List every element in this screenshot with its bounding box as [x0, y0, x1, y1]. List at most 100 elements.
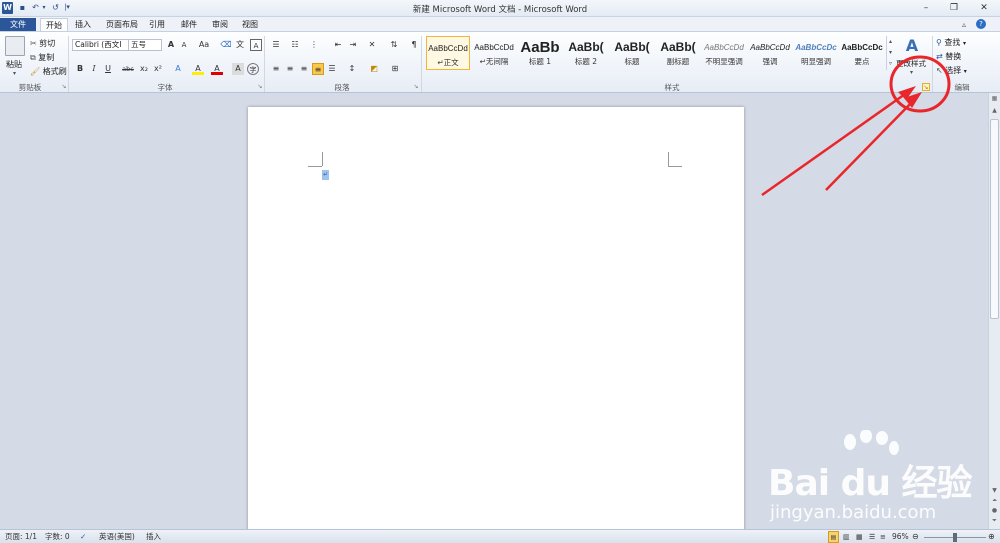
tab-insert[interactable]: 插入 [70, 18, 96, 32]
styles-scroll-icon[interactable]: ▴ ▾ ▿ [886, 36, 894, 70]
outline-icon[interactable]: ☰ [869, 531, 875, 543]
highlight-color-icon[interactable]: A [192, 63, 204, 75]
styles-launcher-icon[interactable]: ↘ [922, 83, 930, 91]
style-tile[interactable]: AaBb( 标题 2 [564, 36, 608, 70]
paste-icon[interactable] [5, 36, 25, 56]
text-effects-icon[interactable]: A [172, 63, 184, 75]
distribute-icon[interactable]: ☰ [326, 63, 338, 75]
line-spacing-icon[interactable]: ↕ [346, 63, 358, 75]
ruler-toggle-icon[interactable]: ▦ [990, 95, 999, 104]
window-title: 新建 Microsoft Word 文档 - Microsoft Word [412, 5, 588, 15]
phonetic-guide-icon[interactable]: 文 [234, 39, 246, 51]
style-tile[interactable]: AaBbCcDc 要点 [840, 36, 884, 70]
show-marks-icon[interactable]: ¶ [408, 39, 420, 51]
proofing-icon[interactable]: ✓ [80, 531, 86, 543]
strikethrough-button[interactable]: abc [121, 63, 135, 75]
align-center-icon[interactable]: ≡ [284, 63, 296, 75]
group-divider [932, 36, 933, 92]
style-tile[interactable]: AaBb( 标题 [610, 36, 654, 70]
decrease-indent-icon[interactable]: ⇤ [332, 39, 344, 51]
underline-button[interactable]: U [102, 63, 114, 75]
subscript-button[interactable]: x₂ [138, 63, 150, 75]
grow-font-icon[interactable]: A [165, 39, 177, 51]
style-tile[interactable]: AaBbCcDc 明显强调 [794, 36, 838, 70]
enclose-char-icon[interactable]: 字 [247, 63, 259, 75]
tab-mailings[interactable]: 邮件 [176, 18, 202, 32]
find-button[interactable]: ⚲ 查找 ▾ [936, 36, 966, 49]
zoom-out-icon[interactable]: ⊖ [912, 531, 919, 543]
shading-icon[interactable]: ◩ [368, 63, 380, 75]
font-launcher-icon[interactable]: ↘ [256, 83, 264, 91]
replace-button[interactable]: ⇄ 替换 [936, 50, 961, 63]
group-divider [264, 36, 265, 92]
minimize-ribbon-icon[interactable]: ▵ [962, 20, 966, 29]
tab-page-layout[interactable]: 页面布局 [101, 18, 143, 32]
style-tile[interactable]: AaBb 标题 1 [518, 36, 562, 70]
justify-icon[interactable]: ≡ [312, 63, 324, 75]
style-name: 强调 [762, 57, 778, 66]
clipboard-launcher-icon[interactable]: ↘ [60, 83, 68, 91]
print-layout-icon[interactable]: ▤ [828, 531, 839, 543]
font-color-icon[interactable]: A [211, 63, 223, 75]
tab-home[interactable]: 开始 [40, 18, 68, 32]
superscript-button[interactable]: x² [152, 63, 164, 75]
minimize-icon[interactable]: – [912, 0, 940, 17]
style-tile[interactable]: AaBbCcDd ↵正文 [426, 36, 470, 70]
cut-button[interactable]: ✂ 剪切 [30, 37, 55, 50]
style-tile[interactable]: AaBb( 副标题 [656, 36, 700, 70]
select-button[interactable]: ↖ 选择 ▾ [936, 64, 967, 77]
help-icon[interactable]: ? [976, 19, 986, 29]
style-sample: AaBb( [660, 40, 696, 54]
multilevel-list-icon[interactable]: ⋮ [308, 39, 320, 51]
title-bar: W ▪ ↶ ▾ ↺ |▾ 新建 Microsoft Word 文档 - Micr… [0, 0, 1000, 17]
style-sample: AaBb [520, 39, 560, 56]
style-tile[interactable]: AaBbCcDd ↵无间隔 [472, 36, 516, 70]
scroll-thumb[interactable] [990, 119, 999, 319]
bold-button[interactable]: B [74, 63, 86, 75]
clear-format-icon[interactable]: ⌫ [220, 39, 232, 51]
align-right-icon[interactable]: ≡ [298, 63, 310, 75]
tab-review[interactable]: 审阅 [207, 18, 233, 32]
style-name: 副标题 [666, 57, 690, 66]
chinese-layout-icon[interactable]: ✕ [366, 39, 378, 51]
change-styles-dropdown-icon[interactable]: ▾ [910, 69, 913, 76]
text-cursor: ↵ [322, 170, 329, 180]
full-screen-reading-icon[interactable]: ▥ [843, 531, 850, 543]
bullets-icon[interactable]: ☰ [270, 39, 282, 51]
shrink-font-icon[interactable]: A [178, 39, 190, 51]
copy-button[interactable]: ⧉ 复制 [30, 51, 54, 64]
page-count[interactable]: 页面: 1/1 [5, 531, 37, 543]
draft-icon[interactable]: ≡ [880, 531, 886, 543]
tab-file[interactable]: 文件 [0, 18, 36, 32]
close-icon[interactable]: ✕ [968, 0, 1000, 17]
numbering-icon[interactable]: ☷ [289, 39, 301, 51]
language-indicator[interactable]: 英语(美国) [99, 531, 135, 543]
paragraph-launcher-icon[interactable]: ↘ [412, 83, 420, 91]
style-tile[interactable]: AaBbCcDd 强调 [748, 36, 792, 70]
word-count[interactable]: 字数: 0 [45, 531, 70, 543]
style-tile[interactable]: AaBbCcDd 不明显强调 [702, 36, 746, 70]
tab-references[interactable]: 引用 [144, 18, 170, 32]
style-name: 要点 [854, 57, 870, 66]
tab-view[interactable]: 视图 [237, 18, 263, 32]
zoom-in-icon[interactable]: ⊕ [988, 531, 995, 543]
paste-dropdown-icon[interactable]: ▾ [13, 70, 16, 77]
char-border-icon[interactable]: A [250, 39, 262, 51]
increase-indent-icon[interactable]: ⇥ [347, 39, 359, 51]
style-name: 明显强调 [801, 57, 831, 66]
format-painter-button[interactable]: 🖌 格式刷 [30, 65, 67, 78]
zoom-level[interactable]: 96% [892, 531, 909, 543]
italic-button[interactable]: I [88, 63, 100, 75]
sort-icon[interactable]: ⇅ [388, 39, 400, 51]
change-case-icon[interactable]: Aa [196, 39, 212, 51]
web-layout-icon[interactable]: ▦ [856, 531, 863, 543]
char-shading-icon[interactable]: A [232, 63, 244, 75]
insert-mode-indicator[interactable]: 插入 [146, 531, 161, 543]
restore-icon[interactable]: ❐ [940, 0, 968, 17]
zoom-slider-thumb[interactable] [953, 533, 957, 542]
scroll-up-icon[interactable]: ▲ [990, 107, 999, 115]
borders-icon[interactable]: ⊞ [389, 63, 401, 75]
change-styles-icon[interactable]: A [900, 35, 924, 57]
font-size-combo[interactable]: 五号 [128, 39, 162, 51]
align-left-icon[interactable]: ≡ [270, 63, 282, 75]
